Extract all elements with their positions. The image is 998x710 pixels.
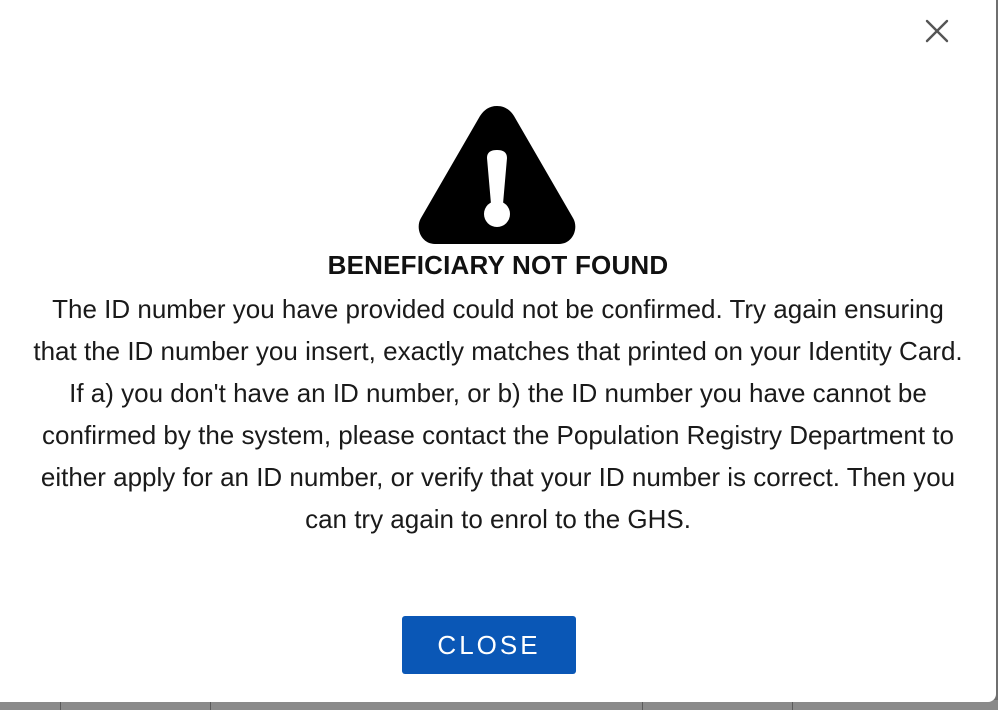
close-icon[interactable] [918,12,956,50]
beneficiary-not-found-dialog: BENEFICIARY NOT FOUND The ID number you … [0,0,996,702]
close-button[interactable]: CLOSE [402,616,576,674]
dialog-message: The ID number you have provided could no… [33,294,963,534]
warning-triangle-icon [417,104,577,246]
dialog-title: BENEFICIARY NOT FOUND [327,250,669,280]
